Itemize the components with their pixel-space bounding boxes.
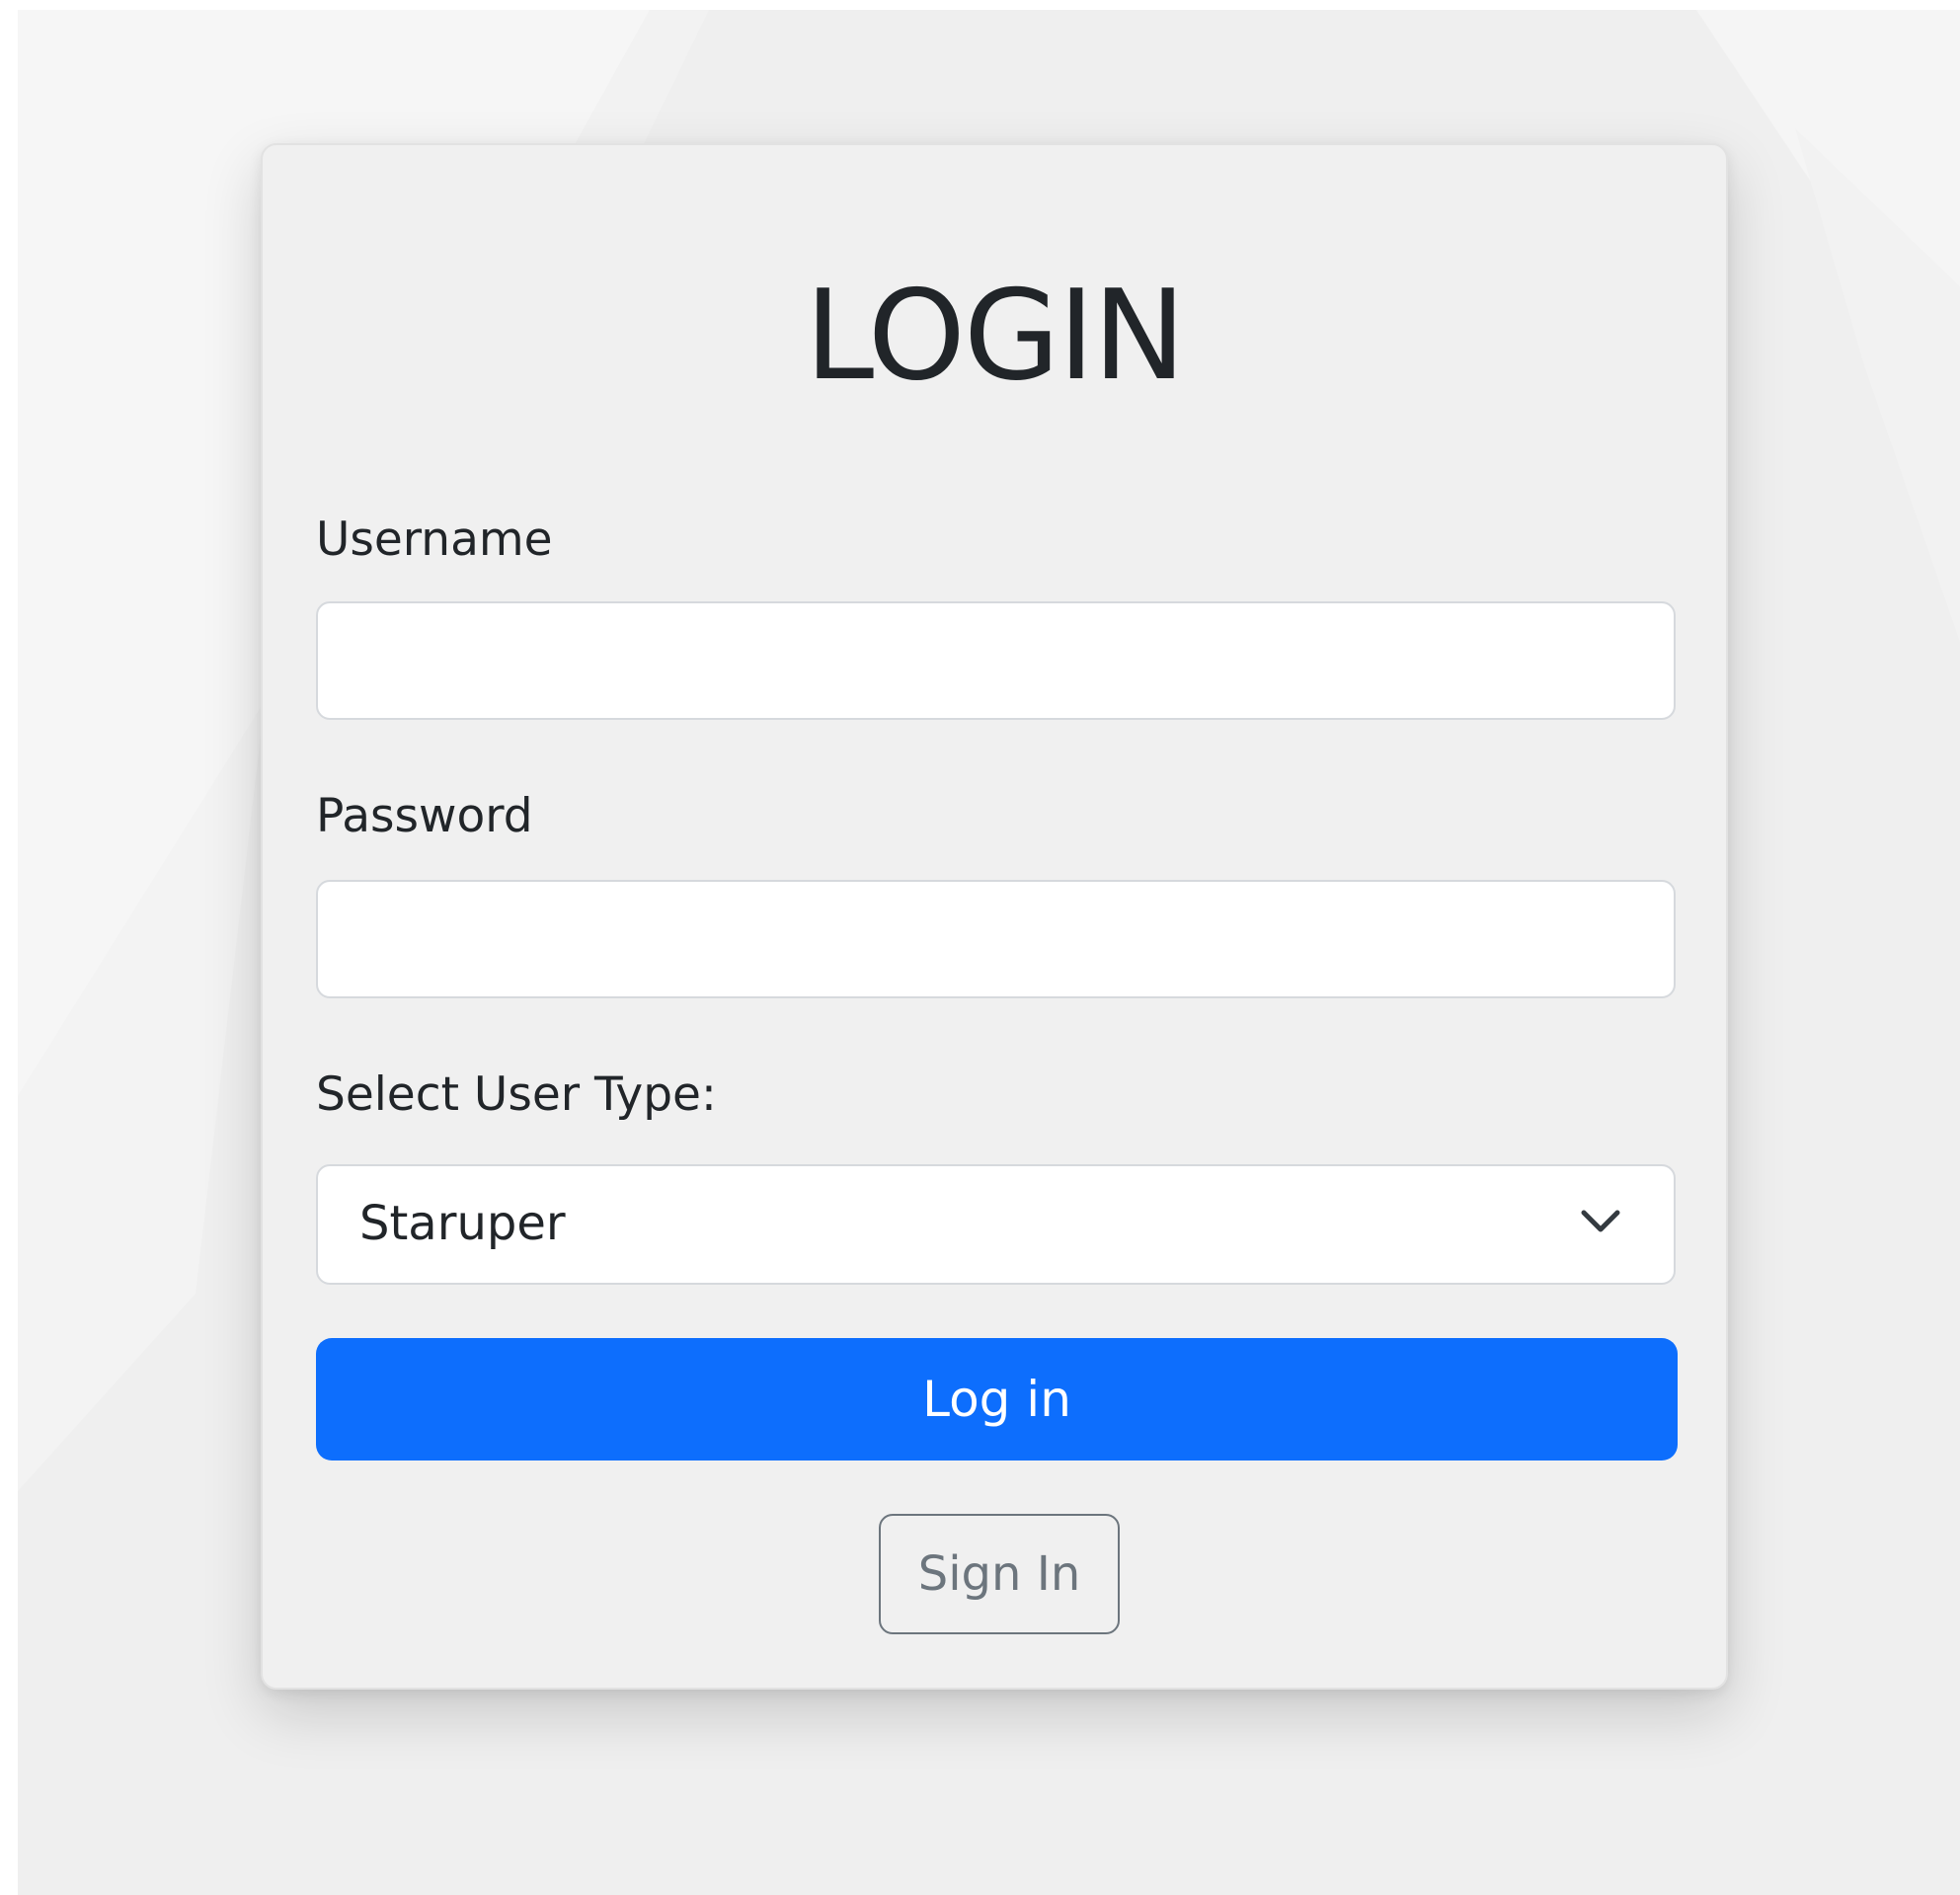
login-card: LOGIN Username Password Select User Type… xyxy=(261,143,1728,1690)
username-input[interactable] xyxy=(316,601,1676,720)
user-type-label: Select User Type: xyxy=(316,1067,717,1122)
user-type-select[interactable]: Staruper xyxy=(316,1164,1676,1285)
username-label: Username xyxy=(316,513,553,567)
chevron-down-icon xyxy=(1581,1210,1620,1232)
password-input[interactable] xyxy=(316,880,1676,998)
user-type-selected-value: Staruper xyxy=(359,1196,566,1251)
sign-in-button[interactable]: Sign In xyxy=(879,1514,1120,1634)
login-screen: LOGIN Username Password Select User Type… xyxy=(18,10,1960,1895)
login-title: LOGIN xyxy=(805,263,1186,408)
log-in-button[interactable]: Log in xyxy=(316,1338,1678,1461)
password-label: Password xyxy=(316,789,533,843)
